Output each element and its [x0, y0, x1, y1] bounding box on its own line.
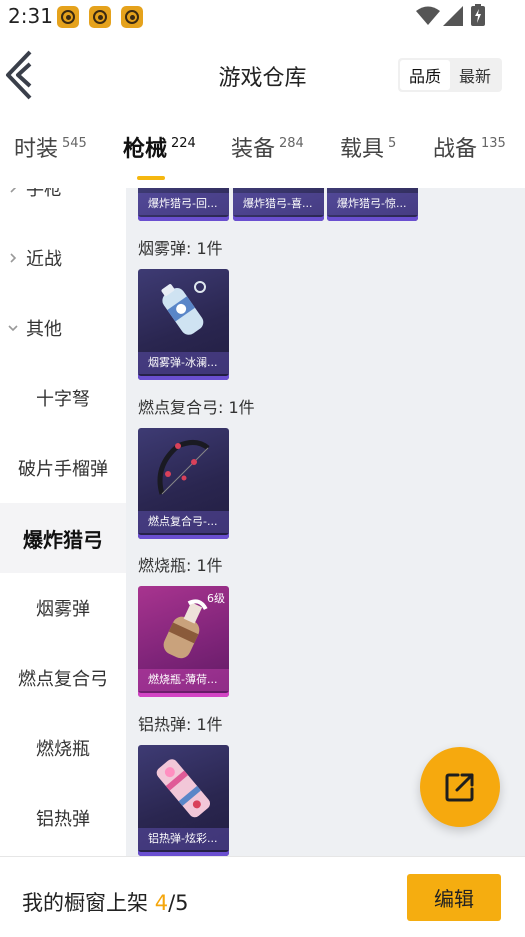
tab-count: 545	[62, 136, 87, 151]
compound-bow-image	[157, 440, 210, 495]
tab-count: 135	[481, 136, 506, 151]
item-card-name: 爆炸猎弓-惊...	[327, 193, 418, 215]
section-header: 烟雾弹: 1件	[138, 239, 223, 258]
wifi-icon	[416, 6, 440, 25]
section-header: 燃点复合弓: 1件	[138, 398, 255, 417]
sidebar-item-frag-grenade[interactable]: 破片手榴弹	[0, 433, 126, 503]
edit-button[interactable]: 编辑	[407, 874, 501, 921]
smoke-grenade-image	[161, 281, 206, 335]
showcase-label: 我的橱窗上架	[22, 891, 155, 915]
sidebar-item-label: 铝热弹	[36, 809, 90, 830]
tab-label: 枪械	[123, 137, 168, 162]
sidebar-item-explosive-bow[interactable]: 爆炸猎弓	[0, 503, 126, 573]
tab-count: 224	[171, 136, 196, 151]
category-tabs: 时装 545 枪械 224 装备 284 载具 5 战备 135	[0, 128, 525, 184]
thermite-image	[156, 759, 211, 818]
item-card[interactable]: 6级 燃烧瓶-薄荷...	[138, 586, 229, 697]
item-card-name: 爆炸猎弓-回...	[138, 193, 229, 215]
chevron-down-icon	[8, 325, 18, 332]
sidebar-item-label: 破片手榴弹	[18, 459, 108, 480]
item-card-name: 燃点复合弓-...	[138, 511, 229, 533]
showcase-status: 我的橱窗上架 4/5	[22, 887, 189, 917]
share-icon	[445, 773, 474, 802]
sidebar-item-smoke-grenade[interactable]: 烟雾弹	[0, 573, 126, 643]
share-button[interactable]	[420, 747, 500, 827]
sidebar-item-label: 燃点复合弓	[18, 669, 108, 690]
item-card[interactable]: 爆炸猎弓-喜...	[233, 188, 324, 221]
sidebar: 手枪 近战 其他 十字弩 破片手榴弹 爆炸猎弓 烟雾弹 燃点复合弓 燃烧瓶 铝热…	[0, 188, 126, 856]
item-card-name: 烟雾弹-冰澜...	[138, 352, 229, 374]
sidebar-item-other[interactable]: 其他	[0, 293, 126, 363]
showcase-count-current: 4	[154, 891, 169, 915]
item-card[interactable]: 烟雾弹-冰澜...	[138, 269, 229, 380]
tab-equipment[interactable]: 装备 284	[231, 128, 304, 180]
sort-by-newest-button[interactable]: 最新	[450, 60, 500, 90]
tab-label: 装备	[231, 137, 276, 162]
tab-combat-gear[interactable]: 战备 135	[433, 128, 506, 180]
sidebar-item-label: 近战	[26, 249, 62, 270]
section-header: 燃烧瓶: 1件	[138, 556, 223, 575]
tab-vehicles[interactable]: 载具 5	[340, 128, 396, 180]
item-card[interactable]: 爆炸猎弓-回...	[138, 188, 229, 221]
item-card[interactable]: 爆炸猎弓-惊...	[327, 188, 418, 221]
sidebar-item-label: 十字弩	[36, 389, 90, 410]
sidebar-item-label: 其他	[26, 319, 62, 340]
tab-label: 载具	[340, 137, 385, 162]
signal-icon	[443, 6, 463, 26]
item-card[interactable]: 燃点复合弓-...	[138, 428, 229, 539]
battery-icon	[471, 4, 485, 26]
sidebar-item-incendiary-bow[interactable]: 燃点复合弓	[0, 643, 126, 713]
active-tab-indicator	[137, 176, 165, 180]
chevron-right-icon	[10, 253, 17, 263]
item-card-name: 铝热弹-炫彩...	[138, 828, 229, 850]
sort-by-quality-button[interactable]: 品质	[400, 60, 450, 90]
tab-label: 时装	[14, 137, 59, 162]
tab-fashion[interactable]: 时装 545	[14, 128, 87, 180]
item-card-name: 爆炸猎弓-喜...	[233, 193, 324, 215]
sidebar-item-label: 手枪	[26, 188, 62, 200]
bottom-bar: 我的橱窗上架 4/5 编辑	[0, 856, 525, 937]
status-time: 2:31	[8, 4, 53, 28]
sidebar-item-molotov[interactable]: 燃烧瓶	[0, 713, 126, 783]
item-card-name: 燃烧瓶-薄荷...	[138, 669, 229, 691]
sidebar-item-melee[interactable]: 近战	[0, 223, 126, 293]
status-bar: 2:31	[0, 0, 525, 36]
sidebar-item-label: 爆炸猎弓	[23, 527, 103, 552]
sidebar-item-thermite[interactable]: 铝热弹	[0, 783, 126, 853]
item-card[interactable]: 铝热弹-炫彩...	[138, 745, 229, 856]
tab-label: 战备	[433, 137, 478, 162]
tab-firearms[interactable]: 枪械 224	[123, 128, 196, 180]
chevron-right-icon	[10, 188, 17, 193]
notification-app-icon	[89, 6, 111, 28]
showcase-count-total: /5	[168, 891, 189, 915]
item-level-badge: 6级	[207, 592, 225, 605]
sidebar-item-label: 烟雾弹	[36, 599, 90, 620]
sort-toggle: 品质 最新	[398, 58, 502, 92]
notification-app-icon	[121, 6, 143, 28]
tab-count: 5	[388, 136, 397, 151]
section-header: 铝热弹: 1件	[138, 715, 223, 734]
sidebar-item-label: 燃烧瓶	[36, 739, 90, 760]
notification-app-icon	[57, 6, 79, 28]
sidebar-item-crossbow[interactable]: 十字弩	[0, 363, 126, 433]
tab-count: 284	[279, 136, 304, 151]
sidebar-item-pistol[interactable]: 手枪	[0, 188, 126, 223]
